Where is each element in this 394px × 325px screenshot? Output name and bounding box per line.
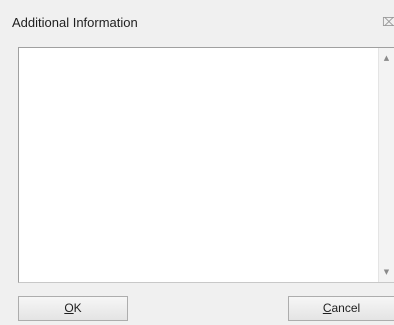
arrow-down-icon[interactable]: ▼ [379, 264, 394, 280]
dialog-title: Additional Information [12, 15, 138, 30]
additional-information-textarea[interactable]: ▲ ▼ [18, 47, 394, 283]
cancel-button-label: ancel [331, 301, 361, 315]
arrow-up-icon[interactable]: ▲ [379, 50, 394, 66]
ok-button-label: K [73, 301, 82, 315]
close-icon[interactable]: ⌧ [382, 15, 394, 29]
ok-button-mnemonic: O [64, 301, 74, 315]
vertical-scrollbar[interactable]: ▲ ▼ [378, 48, 394, 282]
additional-information-dialog: Additional Information ⌧ ▲ ▼ OK Cancel [0, 0, 394, 325]
title-bar: Additional Information ⌧ [0, 0, 394, 46]
ok-button[interactable]: OK [18, 296, 128, 321]
cancel-button[interactable]: Cancel [288, 296, 394, 321]
textarea-value[interactable] [19, 48, 378, 282]
